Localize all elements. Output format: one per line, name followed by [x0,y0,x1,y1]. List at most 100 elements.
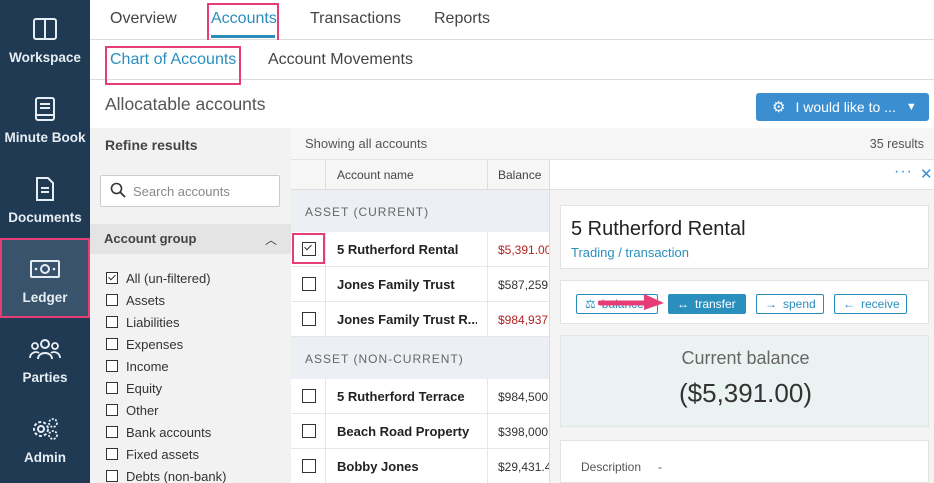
row-select-cell [291,414,326,449]
filter-fixed-assets[interactable]: Fixed assets [106,443,226,465]
checkbox[interactable] [106,338,118,350]
column-header-name[interactable]: Account name [337,168,414,182]
table-row[interactable]: Jones Family Trust $587,259 [291,267,549,302]
gears-icon [33,418,58,440]
i-would-like-to-button[interactable]: ⚙ I would like to ... ▼ [756,93,929,121]
filter-bank-accounts[interactable]: Bank accounts [106,421,226,443]
nav-admin[interactable]: Admin [0,400,90,480]
filter-label: Expenses [126,336,184,352]
row-checkbox[interactable] [302,312,316,326]
balance-value: ($5,391.00) [679,378,812,408]
account-balance: $5,391.00 [487,232,549,267]
page-title: Allocatable accounts [105,94,266,114]
checkbox[interactable] [106,272,118,284]
nav-label: Workspace [9,50,81,65]
filter-label: Other [126,402,159,418]
filter-list: All (un-filtered) Assets Liabilities Exp… [106,267,226,483]
close-icon[interactable]: ✕ [920,165,933,183]
checkbox[interactable] [106,448,118,460]
nav-label: Documents [8,210,82,225]
checkbox[interactable] [106,382,118,394]
caret-down-icon: ▼ [905,101,917,113]
row-checkbox[interactable] [302,389,316,403]
filter-label: Fixed assets [126,446,199,462]
tab-transactions[interactable]: Transactions [310,10,401,28]
more-options-icon[interactable]: ··· [894,163,913,181]
nav-label: Ledger [22,290,68,305]
checkbox[interactable] [106,426,118,438]
description-card: Description - [560,440,929,483]
row-checkbox[interactable] [302,424,316,438]
spend-button[interactable]: → spend [756,294,824,314]
nav-minute-book[interactable]: Minute Book [0,80,90,160]
detail-toolbar: ··· ✕ [550,160,934,190]
search-box [100,175,280,207]
account-name: Bobby Jones [337,459,419,474]
filter-assets[interactable]: Assets [106,289,226,311]
select-column-header [291,160,326,190]
filter-other[interactable]: Other [106,399,226,421]
nav-label: Admin [24,450,66,465]
highlight-box [207,3,279,43]
transfer-icon: ↔ [677,297,689,311]
row-checkbox[interactable] [302,459,316,473]
filter-liabilities[interactable]: Liabilities [106,311,226,333]
column-header-balance[interactable]: Balance [487,160,541,190]
filter-expenses[interactable]: Expenses [106,333,226,355]
nav-documents[interactable]: Documents [0,160,90,240]
search-icon [110,182,126,198]
tab-overview[interactable]: Overview [110,10,177,28]
nav-parties[interactable]: Parties [0,320,90,400]
table-row[interactable]: Jones Family Trust R... $984,937 [291,302,549,337]
highlight-box [292,233,325,264]
row-select-cell [291,379,326,414]
section-header: ASSET (CURRENT) [291,190,549,232]
description-value: - [658,460,662,474]
table-row[interactable]: 5 Rutherford Rental $5,391.00 [291,232,549,267]
ledger-icon [30,260,60,278]
subtab-account-movements[interactable]: Account Movements [268,51,413,69]
filter-equity[interactable]: Equity [106,377,226,399]
account-name: Beach Road Property [337,424,470,439]
filter-all[interactable]: All (un-filtered) [106,267,226,289]
action-label: I would like to ... [795,99,896,115]
checkbox[interactable] [106,316,118,328]
tab-reports[interactable]: Reports [434,10,490,28]
account-name: 5 Rutherford Rental [337,242,459,257]
account-header-card: 5 Rutherford Rental Trading / transactio… [560,205,929,269]
highlight-box [105,46,241,85]
receive-button[interactable]: ← receive [834,294,907,314]
filter-income[interactable]: Income [106,355,226,377]
current-balance-card: Current balance ($5,391.00) [560,335,929,427]
detail-account-type[interactable]: Trading / transaction [571,245,689,260]
filter-label: Assets [126,292,166,308]
account-balance: $984,937 [487,302,549,337]
account-group-header[interactable]: Account group ︿ [90,224,291,254]
account-name: Jones Family Trust [337,277,455,292]
balance-caption: Current balance [681,348,810,368]
row-checkbox[interactable] [302,277,316,291]
checkbox[interactable] [106,404,118,416]
checkbox[interactable] [106,294,118,306]
account-group-title: Account group [104,231,197,246]
document-icon [36,177,54,201]
arrow-left-icon: ← [843,297,855,311]
nav-ledger[interactable]: Ledger [0,238,90,318]
checkbox[interactable] [106,360,118,372]
section-header: ASSET (NON-CURRENT) [291,337,549,379]
search-input[interactable] [133,181,273,201]
filter-debts[interactable]: Debts (non-bank) [106,465,226,483]
checkbox[interactable] [106,470,118,482]
table-row[interactable]: Bobby Jones $29,431.4 [291,449,549,483]
table-row[interactable]: Beach Road Property $398,000 [291,414,549,449]
filter-label: All (un-filtered) [126,270,211,286]
table-row[interactable]: 5 Rutherford Terrace $984,500 [291,379,549,414]
transfer-button[interactable]: ↔ transfer [668,294,746,314]
row-select-cell [291,302,326,337]
account-balance: $587,259 [487,267,549,302]
action-label: spend [783,297,816,311]
chevron-up-icon: ︿ [264,233,277,247]
arrow-right-icon: → [765,297,777,311]
nav-workspace[interactable]: Workspace [0,0,90,80]
nav-label: Parties [22,370,68,385]
